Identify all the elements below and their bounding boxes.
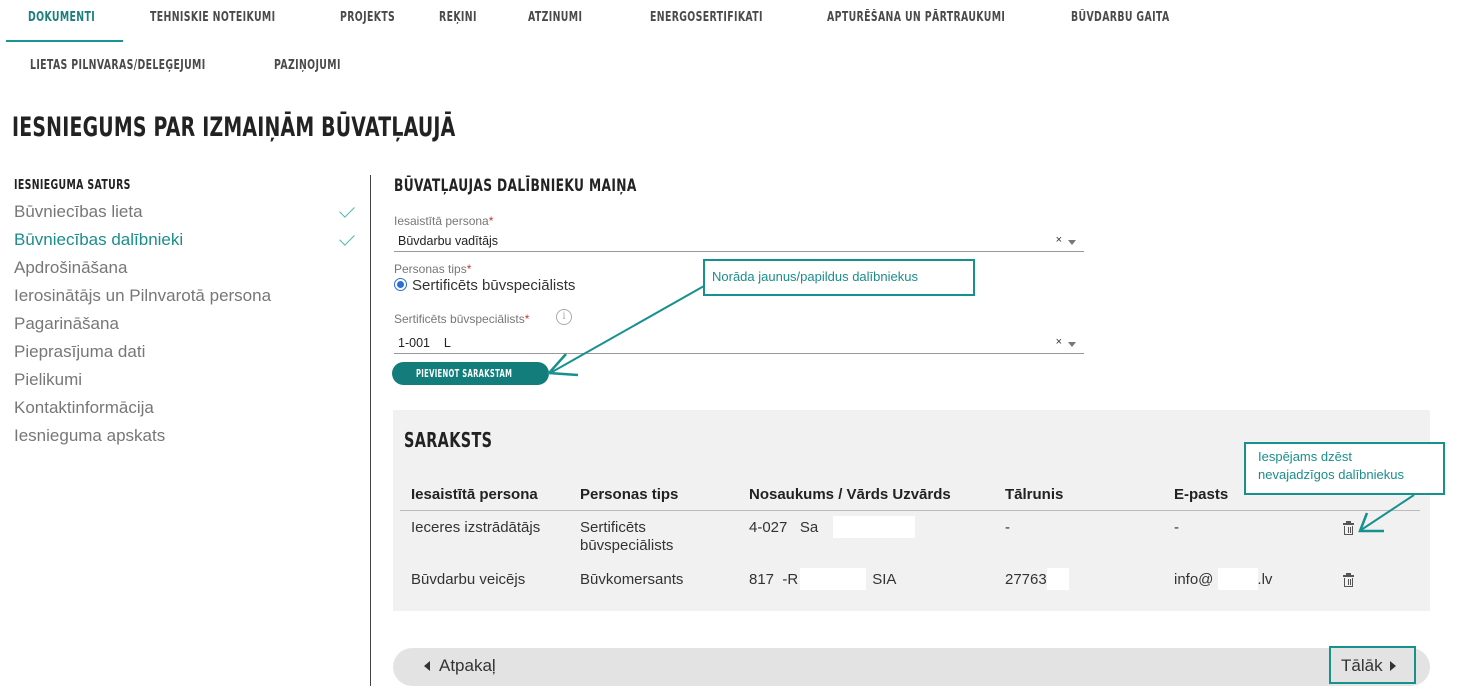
bottom-navigation [393,648,1430,686]
annotation-arrows [546,285,1415,533]
back-button[interactable]: Atpakaļ [423,656,496,676]
next-highlight-box [1329,646,1416,684]
